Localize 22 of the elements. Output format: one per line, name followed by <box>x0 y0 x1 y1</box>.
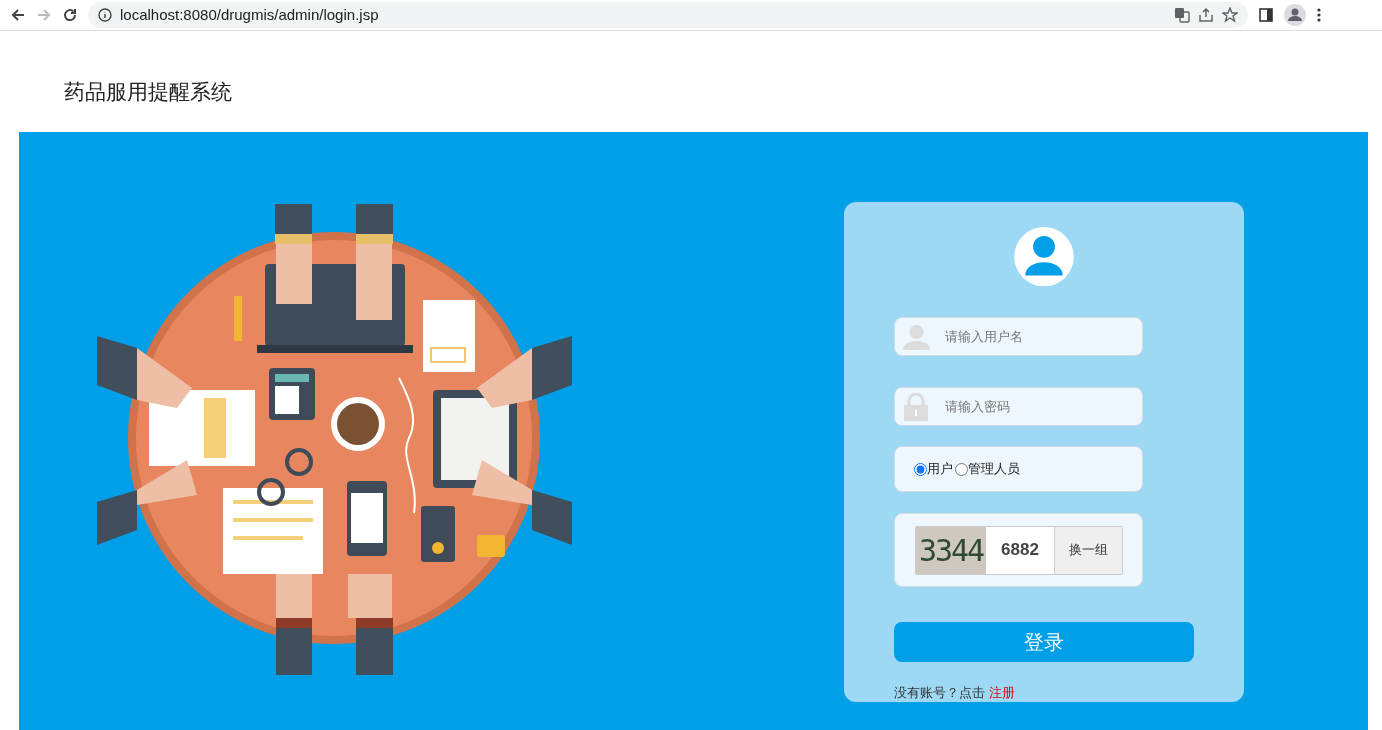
role-label[interactable]: 用户 <box>927 459 953 479</box>
address-bar[interactable]: localhost:8080/drugmis/admin/login.jsp <box>88 2 1248 28</box>
radio-button[interactable] <box>914 462 927 476</box>
reload-icon[interactable] <box>62 7 78 23</box>
person-icon <box>903 323 930 351</box>
username-field[interactable]: 请输入用户名 <box>894 317 1143 357</box>
translate-icon[interactable] <box>1174 7 1190 23</box>
profile-icon[interactable] <box>1284 4 1306 26</box>
avatar-icon <box>1014 227 1074 287</box>
info-icon[interactable] <box>98 8 112 22</box>
radio-button[interactable] <box>955 462 968 476</box>
register-prompt: 没有账号？点击 <box>894 683 985 702</box>
star-icon[interactable] <box>1222 7 1238 23</box>
lock-icon <box>904 393 928 422</box>
menu-icon[interactable] <box>1316 7 1322 23</box>
side-panel-icon[interactable] <box>1258 7 1274 23</box>
back-icon[interactable] <box>10 7 26 23</box>
share-icon[interactable] <box>1198 7 1214 23</box>
password-field[interactable]: 请输入密码 <box>894 387 1143 426</box>
url-text: localhost:8080/drugmis/admin/login.jsp <box>120 4 379 25</box>
role-label[interactable]: 管理人员 <box>968 459 1020 479</box>
site-title: 药品服用提醒系统 <box>64 78 232 105</box>
